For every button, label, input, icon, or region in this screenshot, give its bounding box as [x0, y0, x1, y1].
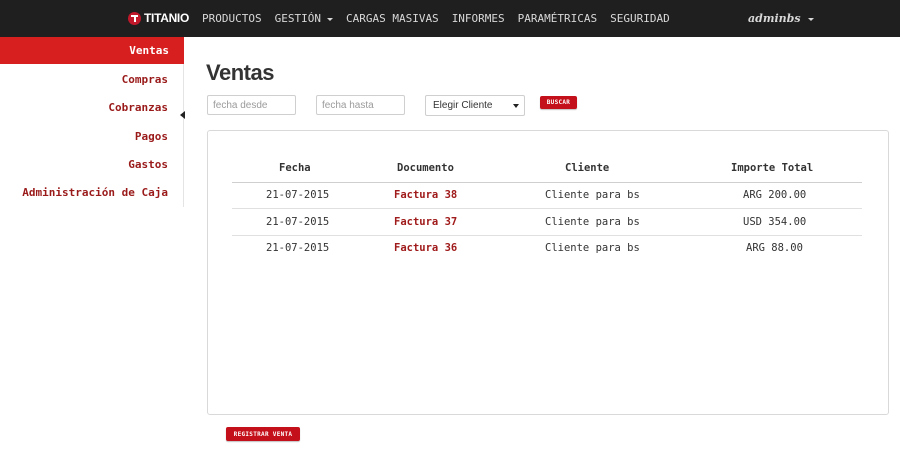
cell-fecha: 21-07-2015	[266, 242, 330, 254]
sidebar-item-administracion-de-caja[interactable]: Administración de Caja	[22, 186, 168, 199]
cell-cliente: Cliente para bs	[545, 216, 640, 228]
chevron-down-icon	[326, 18, 333, 21]
sidebar-item-gastos[interactable]: Gastos	[128, 158, 168, 171]
top-navbar: TITANIO PRODUCTOS GESTIÓN CARGAS MASIVAS…	[0, 0, 900, 37]
column-header-documento: Documento	[397, 162, 454, 174]
cell-cliente: Cliente para bs	[545, 242, 640, 254]
cell-fecha: 21-07-2015	[266, 189, 330, 201]
cell-importe: ARG 200.00	[743, 189, 807, 201]
page-title: Ventas	[206, 60, 274, 85]
nav-item-parametricas[interactable]: PARAMÉTRICAS	[518, 12, 597, 25]
username: adminbs	[748, 12, 801, 25]
main-nav: PRODUCTOS GESTIÓN CARGAS MASIVAS INFORME…	[202, 0, 683, 37]
sidebar-item-compras[interactable]: Compras	[122, 73, 168, 86]
titanio-logo-icon	[128, 11, 141, 25]
sidebar-item-label: Ventas	[129, 44, 169, 57]
column-header-cliente: Cliente	[565, 162, 610, 174]
user-menu[interactable]: adminbs	[748, 0, 814, 37]
nav-item-informes[interactable]: INFORMES	[452, 12, 505, 25]
nav-item-seguridad[interactable]: SEGURIDAD	[610, 12, 670, 25]
invoice-link[interactable]: Factura 36	[394, 242, 457, 254]
search-button[interactable]: BUSCAR	[540, 96, 577, 109]
brand[interactable]: TITANIO	[128, 10, 189, 26]
nav-item-cargas-masivas[interactable]: CARGAS MASIVAS	[346, 12, 439, 25]
sidebar: Ventas Compras Cobranzas Pagos Gastos Ad…	[0, 37, 184, 207]
client-select-value: Elegir Cliente	[433, 100, 493, 111]
row-divider	[232, 235, 862, 236]
sidebar-item-cobranzas[interactable]: Cobranzas	[108, 101, 168, 114]
cell-importe: ARG 88.00	[746, 242, 803, 254]
cell-importe: USD 354.00	[743, 216, 807, 228]
cell-fecha: 21-07-2015	[266, 216, 330, 228]
collapse-sidebar-icon[interactable]	[180, 111, 185, 119]
sidebar-item-ventas[interactable]: Ventas	[0, 37, 184, 64]
invoice-link[interactable]: Factura 37	[394, 216, 457, 228]
brand-name: TITANIO	[144, 11, 190, 25]
register-sale-button[interactable]: REGISTRAR VENTA	[226, 427, 300, 441]
table-header-divider	[232, 182, 862, 183]
column-header-fecha: Fecha	[279, 162, 311, 174]
nav-item-productos[interactable]: PRODUCTOS	[202, 12, 262, 25]
date-to-input[interactable]	[316, 95, 405, 115]
invoice-link[interactable]: Factura 38	[394, 189, 457, 201]
sidebar-item-pagos[interactable]: Pagos	[135, 130, 168, 143]
client-select[interactable]: Elegir Cliente	[425, 95, 525, 116]
dropdown-arrow-icon	[513, 104, 519, 108]
chevron-down-icon	[807, 18, 814, 21]
cell-cliente: Cliente para bs	[545, 189, 640, 201]
date-from-input[interactable]	[207, 95, 296, 115]
row-divider	[232, 208, 862, 209]
column-header-importe-total: Importe Total	[731, 162, 814, 174]
nav-item-gestion[interactable]: GESTIÓN	[275, 12, 333, 25]
